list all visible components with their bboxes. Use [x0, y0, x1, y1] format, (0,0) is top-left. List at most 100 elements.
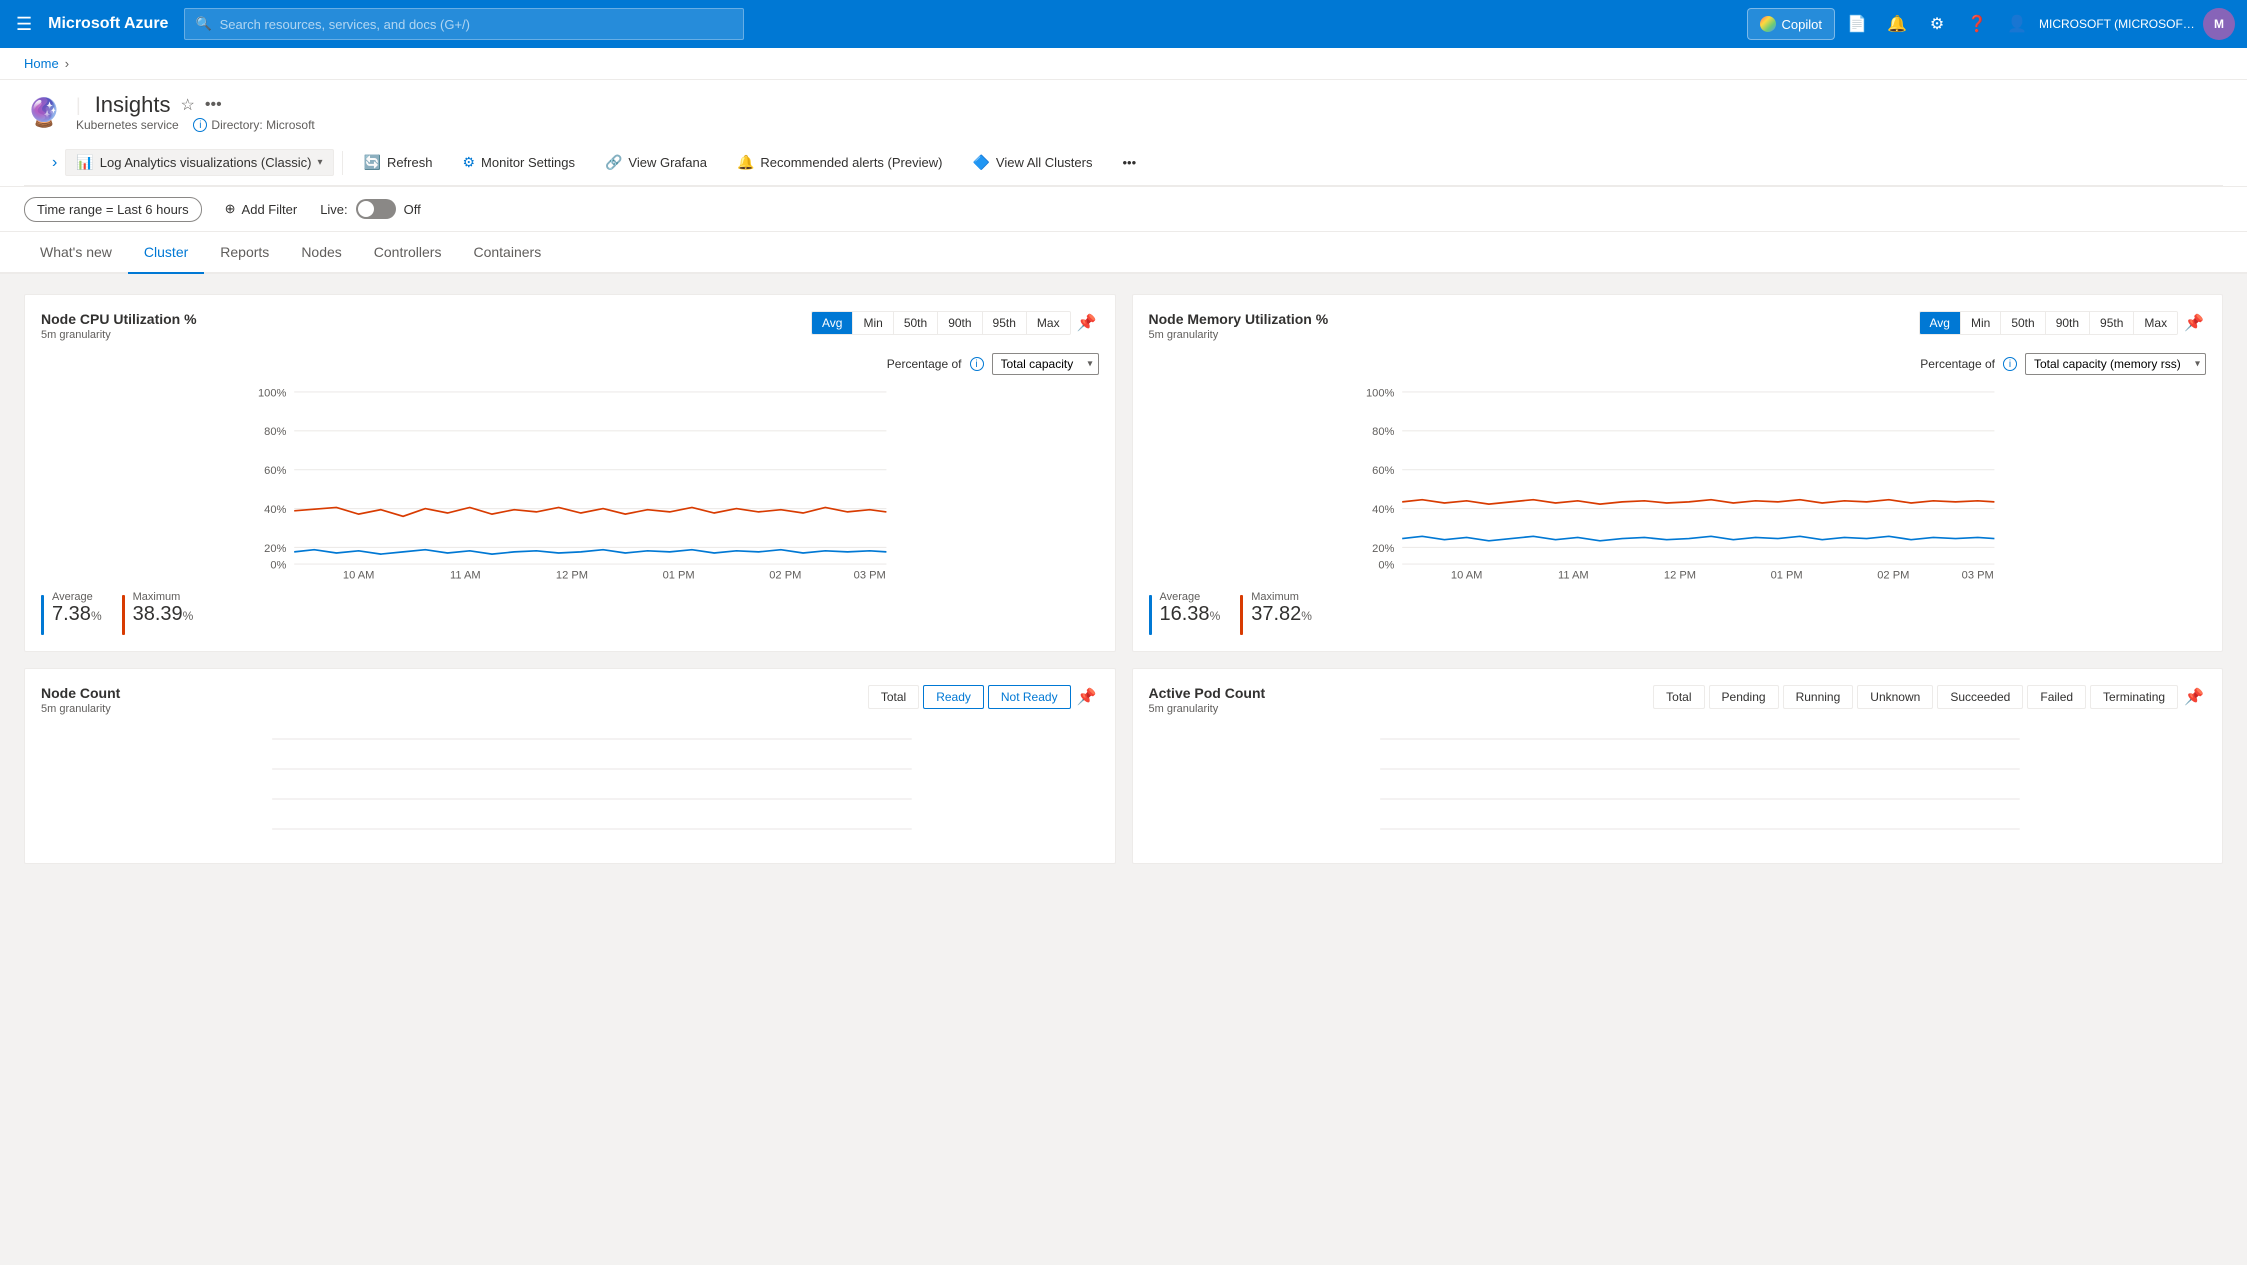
time-range-filter[interactable]: Time range = Last 6 hours [24, 197, 202, 222]
memory-capacity-select-wrapper[interactable]: Total capacity (memory rss) [2025, 353, 2206, 375]
memory-btn-min[interactable]: Min [1961, 312, 2001, 334]
pod-succeeded-btn[interactable]: Succeeded [1937, 685, 2023, 709]
pod-total-btn[interactable]: Total [1653, 685, 1704, 709]
cpu-capacity-select-wrapper[interactable]: Total capacity [992, 353, 1099, 375]
node-not-ready-btn[interactable]: Not Ready [988, 685, 1071, 709]
memory-pin-icon[interactable]: 📌 [2182, 311, 2206, 335]
cpu-btn-50th[interactable]: 50th [894, 312, 938, 334]
memory-btn-avg[interactable]: Avg [1920, 312, 1961, 334]
cpu-btn-max[interactable]: Max [1027, 312, 1070, 334]
favorite-icon[interactable]: ☆ [181, 95, 195, 115]
more-options-icon[interactable]: ••• [205, 96, 222, 114]
cpu-btn-95th[interactable]: 95th [983, 312, 1027, 334]
feedback-icon[interactable]: 👤 [1999, 6, 2035, 42]
cpu-pin-icon[interactable]: 📌 [1075, 311, 1099, 335]
cpu-avg-bar [41, 595, 44, 635]
memory-capacity-select[interactable]: Total capacity (memory rss) [2025, 353, 2206, 375]
node-count-svg [41, 727, 1099, 847]
home-link[interactable]: Home [24, 56, 59, 71]
memory-chart-header: Node Memory Utilization % 5m granularity… [1149, 311, 2207, 341]
active-pod-svg [1149, 727, 2207, 847]
cpu-percentage-label: Percentage of [887, 357, 962, 371]
directory-label: Directory: Microsoft [211, 118, 314, 132]
view-grafana-button[interactable]: 🔗 View Grafana [592, 148, 720, 177]
bottom-charts-row: Node Count 5m granularity Total Ready No… [24, 668, 2223, 864]
active-pod-pin-icon[interactable]: 📌 [2182, 685, 2206, 709]
active-pod-granularity: 5m granularity [1149, 703, 1266, 715]
memory-btn-50th[interactable]: 50th [2001, 312, 2045, 334]
node-ready-btn[interactable]: Ready [923, 685, 984, 709]
recommended-alerts-label: Recommended alerts (Preview) [760, 155, 942, 170]
svg-text:01 PM: 01 PM [1770, 570, 1802, 582]
cloud-shell-icon[interactable]: 📄 [1839, 6, 1875, 42]
svg-text:11 AM: 11 AM [1557, 570, 1588, 582]
monitor-settings-button[interactable]: ⚙ Monitor Settings [449, 148, 588, 177]
memory-btn-95th[interactable]: 95th [2090, 312, 2134, 334]
memory-max-bar [1240, 595, 1243, 635]
memory-chart-title: Node Memory Utilization % [1149, 311, 1329, 327]
tab-nodes[interactable]: Nodes [285, 232, 357, 274]
cpu-btn-90th[interactable]: 90th [938, 312, 982, 334]
tab-reports[interactable]: Reports [204, 232, 285, 274]
expand-icon[interactable]: › [48, 150, 61, 176]
pod-running-btn[interactable]: Running [1783, 685, 1854, 709]
toolbar-more-button[interactable]: ••• [1109, 149, 1149, 176]
refresh-button[interactable]: 🔄 Refresh [351, 148, 446, 177]
recommended-alerts-button[interactable]: 🔔 Recommended alerts (Preview) [724, 148, 956, 177]
view-all-clusters-button[interactable]: 🔷 View All Clusters [959, 148, 1105, 177]
settings-icon[interactable]: ⚙ [1919, 6, 1955, 42]
active-pod-title-area: Active Pod Count 5m granularity [1149, 685, 1266, 715]
toggle-knob [358, 201, 374, 217]
pod-pending-btn[interactable]: Pending [1709, 685, 1779, 709]
add-filter-button[interactable]: ⊕ Add Filter [214, 195, 309, 223]
memory-chart-card: Node Memory Utilization % 5m granularity… [1132, 294, 2224, 652]
pod-terminating-btn[interactable]: Terminating [2090, 685, 2178, 709]
memory-chart-area: 100% 80% 60% 40% 20% 0% 10 AM [1149, 383, 2207, 583]
pod-unknown-btn[interactable]: Unknown [1857, 685, 1933, 709]
cpu-percentage-row: Percentage of i Total capacity [41, 353, 1099, 375]
cpu-btn-min[interactable]: Min [853, 312, 893, 334]
tab-cluster[interactable]: Cluster [128, 232, 204, 274]
node-total-btn[interactable]: Total [868, 685, 919, 709]
title-divider: | [76, 95, 81, 116]
svg-text:01 PM: 01 PM [663, 570, 695, 582]
svg-text:20%: 20% [1372, 543, 1394, 555]
live-toggle-row: Live: Off [320, 199, 421, 219]
node-count-chart-area [41, 727, 1099, 847]
memory-avg-label: Average [1160, 591, 1221, 603]
memory-info-icon[interactable]: i [2003, 357, 2017, 371]
topbar: ☰ Microsoft Azure 🔍 Search resources, se… [0, 0, 2247, 48]
menu-icon[interactable]: ☰ [12, 10, 36, 39]
cpu-avg-text: Average 7.38% [52, 591, 102, 626]
copilot-icon [1760, 16, 1776, 32]
copilot-button[interactable]: Copilot [1747, 8, 1835, 40]
cpu-capacity-select[interactable]: Total capacity [992, 353, 1099, 375]
search-box[interactable]: 🔍 Search resources, services, and docs (… [184, 8, 744, 40]
cpu-chart-header: Node CPU Utilization % 5m granularity Av… [41, 311, 1099, 341]
memory-btn-max[interactable]: Max [2134, 312, 2177, 334]
active-pod-btns: Total Pending Running Unknown Succeeded … [1653, 685, 2178, 709]
log-analytics-nav[interactable]: 📊 Log Analytics visualizations (Classic)… [65, 149, 333, 176]
node-count-pin-icon[interactable]: 📌 [1075, 685, 1099, 709]
svg-text:80%: 80% [1372, 426, 1394, 438]
monitor-settings-label: Monitor Settings [481, 155, 575, 170]
memory-btn-90th[interactable]: 90th [2046, 312, 2090, 334]
active-pod-header: Active Pod Count 5m granularity Total Pe… [1149, 685, 2207, 715]
live-toggle[interactable] [356, 199, 396, 219]
info-icon[interactable]: i [193, 118, 207, 132]
notifications-icon[interactable]: 🔔 [1879, 6, 1915, 42]
node-count-title: Node Count [41, 685, 120, 701]
user-avatar[interactable]: M [2203, 8, 2235, 40]
help-icon[interactable]: ❓ [1959, 6, 1995, 42]
svg-text:10 AM: 10 AM [1450, 570, 1482, 582]
cpu-chart-card: Node CPU Utilization % 5m granularity Av… [24, 294, 1116, 652]
tab-controllers[interactable]: Controllers [358, 232, 458, 274]
tab-whats-new[interactable]: What's new [24, 232, 128, 274]
cpu-info-icon[interactable]: i [970, 357, 984, 371]
tab-containers[interactable]: Containers [457, 232, 557, 274]
pod-failed-btn[interactable]: Failed [2027, 685, 2086, 709]
cpu-chart-title-area: Node CPU Utilization % 5m granularity [41, 311, 197, 341]
cpu-btn-avg[interactable]: Avg [812, 312, 853, 334]
live-state-label: Off [404, 202, 421, 217]
svg-text:0%: 0% [1378, 560, 1394, 572]
